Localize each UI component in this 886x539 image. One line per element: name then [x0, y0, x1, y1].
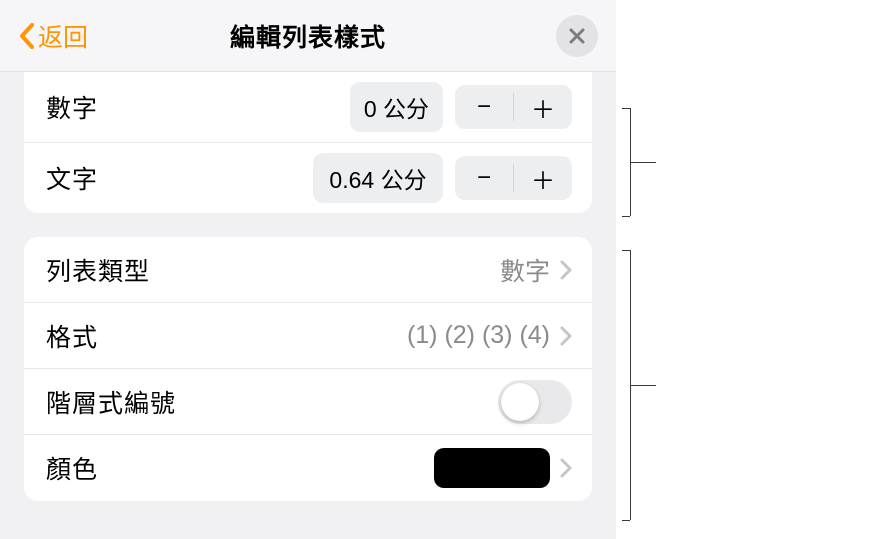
callout-leader [630, 162, 656, 163]
callout-tick [622, 216, 630, 217]
callout-leader [630, 385, 656, 386]
format-label: 格式 [46, 318, 407, 354]
edit-list-style-panel: 返回 編輯列表樣式 數字 0 公分 − ＋ 文字 0.64 公分 [0, 0, 616, 539]
list-type-label: 列表類型 [46, 252, 500, 288]
chevron-left-icon [18, 22, 36, 50]
tiered-numbers-label: 階層式編號 [46, 384, 498, 420]
toggle-knob [501, 383, 539, 421]
number-indent-stepper: − ＋ [455, 85, 572, 129]
chevron-right-icon [560, 458, 572, 478]
color-label: 顏色 [46, 450, 434, 486]
format-row[interactable]: 格式 (1) (2) (3) (4) [24, 303, 592, 369]
callout-tick [622, 108, 630, 109]
text-indent-row: 文字 0.64 公分 − ＋ [24, 143, 592, 213]
color-swatch [434, 448, 550, 488]
text-indent-plus-button[interactable]: ＋ [514, 156, 572, 200]
back-label: 返回 [38, 18, 88, 54]
panel-content: 數字 0 公分 − ＋ 文字 0.64 公分 − ＋ 列表類型 [0, 72, 616, 501]
back-button[interactable]: 返回 [18, 18, 88, 54]
number-indent-value: 0 公分 [350, 82, 443, 132]
text-indent-stepper: − ＋ [455, 156, 572, 200]
indent-group: 數字 0 公分 − ＋ 文字 0.64 公分 − ＋ [24, 72, 592, 213]
number-indent-row: 數字 0 公分 − ＋ [24, 72, 592, 143]
list-options-group: 列表類型 數字 格式 (1) (2) (3) (4) 階層式編號 [24, 237, 592, 501]
tiered-numbers-toggle[interactable] [498, 380, 572, 424]
close-icon [568, 27, 586, 45]
text-indent-label: 文字 [46, 160, 313, 196]
text-indent-minus-button[interactable]: − [455, 156, 513, 200]
callout-tick [622, 250, 630, 251]
list-type-value: 數字 [500, 252, 550, 288]
panel-header: 返回 編輯列表樣式 [0, 0, 616, 72]
number-indent-label: 數字 [46, 89, 350, 125]
tiered-numbers-row: 階層式編號 [24, 369, 592, 435]
number-indent-minus-button[interactable]: − [455, 85, 513, 129]
format-value: (1) (2) (3) (4) [407, 321, 550, 350]
color-row[interactable]: 顏色 [24, 435, 592, 501]
chevron-right-icon [560, 260, 572, 280]
list-type-row[interactable]: 列表類型 數字 [24, 237, 592, 303]
panel-title: 編輯列表樣式 [230, 18, 386, 54]
chevron-right-icon [560, 326, 572, 346]
number-indent-plus-button[interactable]: ＋ [514, 85, 572, 129]
close-button[interactable] [556, 15, 598, 57]
text-indent-value: 0.64 公分 [313, 153, 443, 203]
callout-tick [622, 520, 630, 521]
